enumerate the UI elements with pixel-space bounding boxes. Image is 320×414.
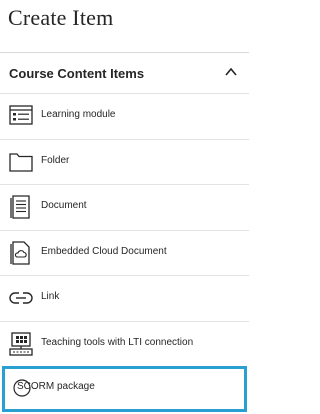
course-content-items-header[interactable]: Course Content Items [0, 53, 249, 93]
item-link[interactable]: Link [0, 275, 249, 321]
item-label: Folder [41, 154, 70, 166]
page-title: Create Item [8, 5, 114, 30]
item-learning-module[interactable]: Learning module [0, 93, 249, 139]
cloud-document-icon [9, 240, 33, 266]
item-label: Document [41, 200, 87, 211]
folder-icon [9, 149, 33, 175]
item-folder[interactable]: Folder [0, 138, 249, 185]
item-label: SCORM package [17, 381, 95, 392]
section-title: Course Content Items [9, 66, 145, 81]
item-teaching-tools-lti[interactable]: Teaching tools with LTI connection [0, 320, 249, 367]
chevron-up-icon[interactable] [224, 65, 238, 79]
content-items-list: Learning module Folder Document Embedded… [0, 93, 249, 412]
item-label: Teaching tools with LTI connection [41, 336, 194, 348]
document-icon [9, 194, 33, 220]
link-icon [9, 285, 33, 311]
lti-tool-icon [9, 331, 33, 357]
item-embedded-cloud-document[interactable]: Embedded Cloud Document [0, 229, 249, 276]
item-document[interactable]: Document [0, 184, 249, 230]
item-scorm-package[interactable]: SCORM package [2, 366, 247, 412]
learning-module-icon [9, 103, 33, 129]
item-label: Link [41, 291, 60, 302]
item-label: Embedded Cloud Document [41, 245, 167, 257]
item-label: Learning module [41, 109, 116, 120]
